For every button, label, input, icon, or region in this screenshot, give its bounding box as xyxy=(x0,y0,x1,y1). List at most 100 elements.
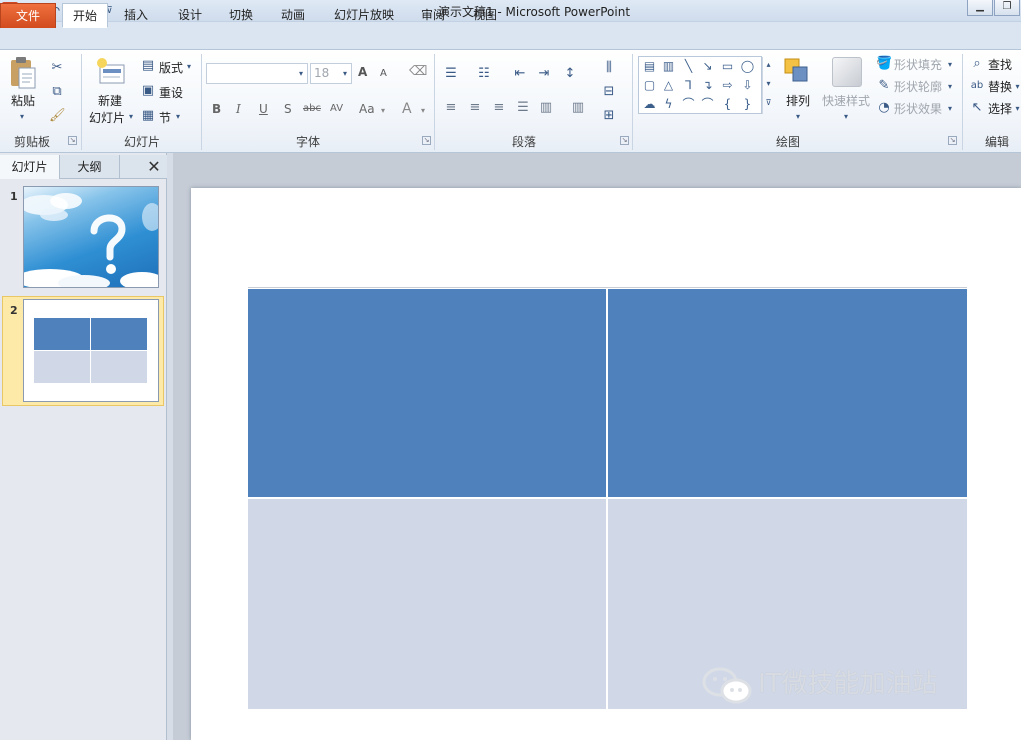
line-spacing-icon[interactable]: ↕ xyxy=(562,66,578,82)
elbow-connector-shape-icon[interactable]: ⅂ xyxy=(681,78,696,93)
table-header-cell-1[interactable] xyxy=(248,289,606,497)
right-brace-shape-icon[interactable]: } xyxy=(740,97,755,112)
find-button[interactable]: 查找 xyxy=(988,56,1012,73)
increase-indent-icon[interactable]: ⇥ xyxy=(536,66,552,82)
character-spacing-button[interactable]: AV xyxy=(330,103,343,114)
tab-slides[interactable]: 幻灯片 xyxy=(0,155,60,179)
textbox-shape-icon[interactable]: ▤ xyxy=(642,59,657,74)
slide-thumbnail-1[interactable] xyxy=(23,186,159,288)
shape-effects-icon[interactable]: ◔ xyxy=(876,100,892,116)
quick-styles-button[interactable]: 快速样式 xyxy=(822,92,870,109)
bold-button[interactable]: B xyxy=(212,102,221,116)
slide-thumbnail-2[interactable] xyxy=(23,299,159,402)
rounded-rectangle-shape-icon[interactable]: ▢ xyxy=(642,78,657,93)
copy-icon[interactable]: ⧉ xyxy=(49,84,65,100)
new-slide-icon[interactable] xyxy=(96,57,126,87)
columns-icon[interactable]: ▥ xyxy=(570,100,586,116)
shapes-more-icon[interactable]: ⊽ xyxy=(762,95,774,114)
rectangle-shape-icon[interactable]: ▭ xyxy=(720,59,735,74)
new-slide-label-1[interactable]: 新建 xyxy=(98,92,122,109)
paste-button-label[interactable]: 粘贴 xyxy=(11,92,35,109)
curve-shape-icon[interactable]: ⌒ xyxy=(700,97,715,112)
table-body-cell-1[interactable] xyxy=(248,499,606,709)
shapes-scroll-down-icon[interactable]: ▾ xyxy=(762,76,774,95)
replace-dropdown-icon[interactable]: ▾ xyxy=(1014,79,1021,95)
cut-icon[interactable]: ✂ xyxy=(49,60,65,76)
section-dropdown-icon[interactable]: ▾ xyxy=(174,109,182,125)
down-arrow-shape-icon[interactable]: ⇩ xyxy=(740,78,755,93)
new-slide-label-2[interactable]: 幻灯片 xyxy=(89,109,125,126)
slide-table[interactable] xyxy=(248,287,967,709)
triangle-shape-icon[interactable]: △ xyxy=(661,78,676,93)
align-center-icon[interactable]: ≡ xyxy=(467,100,483,116)
layout-dropdown-icon[interactable]: ▾ xyxy=(185,59,193,75)
align-right-icon[interactable]: ≡ xyxy=(491,100,507,116)
shape-effects-button[interactable]: 形状效果 xyxy=(894,100,942,117)
tab-outline[interactable]: 大纲 xyxy=(60,155,120,179)
shape-outline-dropdown-icon[interactable]: ▾ xyxy=(946,79,954,95)
select-button[interactable]: 选择 xyxy=(988,100,1012,117)
shapes-scroll-up-icon[interactable]: ▴ xyxy=(762,57,774,76)
shape-effects-dropdown-icon[interactable]: ▾ xyxy=(946,101,954,117)
tab-design[interactable]: 设计 xyxy=(170,3,210,28)
select-dropdown-icon[interactable]: ▾ xyxy=(1014,101,1021,117)
clipboard-launcher-icon[interactable]: ↘ xyxy=(68,136,77,145)
drawing-launcher-icon[interactable]: ↘ xyxy=(948,136,957,145)
lightning-shape-icon[interactable]: ϟ xyxy=(661,97,676,112)
change-case-dropdown-icon[interactable]: ▾ xyxy=(379,103,387,119)
align-left-icon[interactable]: ≡ xyxy=(443,100,459,116)
italic-button[interactable]: I xyxy=(236,102,241,116)
new-slide-dropdown-icon[interactable]: ▾ xyxy=(127,109,135,125)
font-launcher-icon[interactable]: ↘ xyxy=(422,136,431,145)
tab-insert[interactable]: 插入 xyxy=(116,3,156,28)
decrease-indent-icon[interactable]: ⇤ xyxy=(512,66,528,82)
shape-outline-button[interactable]: 形状轮廓 xyxy=(894,78,942,95)
arrange-dropdown-icon[interactable]: ▾ xyxy=(794,109,802,125)
tab-animations[interactable]: 动画 xyxy=(273,3,313,28)
distributed-icon[interactable]: ▥ xyxy=(538,100,554,116)
layout-button[interactable]: 版式 xyxy=(159,59,183,76)
format-painter-icon[interactable]: 🖌 xyxy=(49,108,66,124)
tab-file[interactable]: 文件 xyxy=(0,3,56,28)
tab-review[interactable]: 审阅 xyxy=(414,3,452,28)
text-shadow-button[interactable]: S xyxy=(284,102,292,116)
shape-fill-button[interactable]: 形状填充 xyxy=(894,56,942,73)
font-name-dropdown-icon[interactable]: ▾ xyxy=(296,66,306,82)
text-direction-icon[interactable]: ⫼ xyxy=(600,60,618,76)
callout-shape-icon[interactable]: ☁ xyxy=(642,97,657,112)
line-shape-icon[interactable]: ╲ xyxy=(681,59,696,74)
paste-icon[interactable] xyxy=(8,56,38,90)
minimize-button[interactable]: ▁ xyxy=(967,0,993,16)
tab-home[interactable]: 开始 xyxy=(62,3,108,28)
arrange-icon[interactable] xyxy=(783,57,813,87)
vertical-textbox-shape-icon[interactable]: ▥ xyxy=(661,59,676,74)
tab-view[interactable]: 视图 xyxy=(466,3,504,28)
oval-shape-icon[interactable]: ◯ xyxy=(740,59,755,74)
reset-button[interactable]: 重设 xyxy=(159,84,183,101)
arrow-line-shape-icon[interactable]: ↘ xyxy=(700,59,715,74)
layout-icon[interactable]: ▤ xyxy=(140,58,156,74)
replace-button[interactable]: 替换 xyxy=(988,78,1012,95)
replace-icon[interactable]: ab xyxy=(969,78,985,94)
paste-dropdown-icon[interactable]: ▾ xyxy=(17,109,27,125)
section-button[interactable]: 节 xyxy=(159,109,171,126)
reset-icon[interactable]: ▣ xyxy=(140,83,156,99)
elbow-arrow-shape-icon[interactable]: ↴ xyxy=(700,78,715,93)
tab-slideshow[interactable]: 幻灯片放映 xyxy=(326,3,402,28)
section-icon[interactable]: ▦ xyxy=(140,108,156,124)
grow-font-button[interactable]: A xyxy=(358,65,367,79)
underline-button[interactable]: U xyxy=(259,102,268,116)
justify-icon[interactable]: ☰ xyxy=(515,100,531,116)
bullets-icon[interactable]: ☰ xyxy=(443,66,459,82)
font-color-dropdown-icon[interactable]: ▾ xyxy=(419,103,427,119)
change-case-button[interactable]: Aa xyxy=(359,102,375,116)
tab-transitions[interactable]: 切换 xyxy=(221,3,261,28)
select-icon[interactable]: ↖ xyxy=(969,100,985,116)
paragraph-launcher-icon[interactable]: ↘ xyxy=(620,136,629,145)
quick-styles-dropdown-icon[interactable]: ▾ xyxy=(842,109,850,125)
left-brace-shape-icon[interactable]: { xyxy=(720,97,735,112)
font-color-button[interactable]: A xyxy=(402,101,412,117)
shape-outline-icon[interactable]: ✎ xyxy=(876,78,892,94)
shape-fill-icon[interactable]: 🪣 xyxy=(876,56,892,72)
table-header-cell-2[interactable] xyxy=(608,289,967,497)
